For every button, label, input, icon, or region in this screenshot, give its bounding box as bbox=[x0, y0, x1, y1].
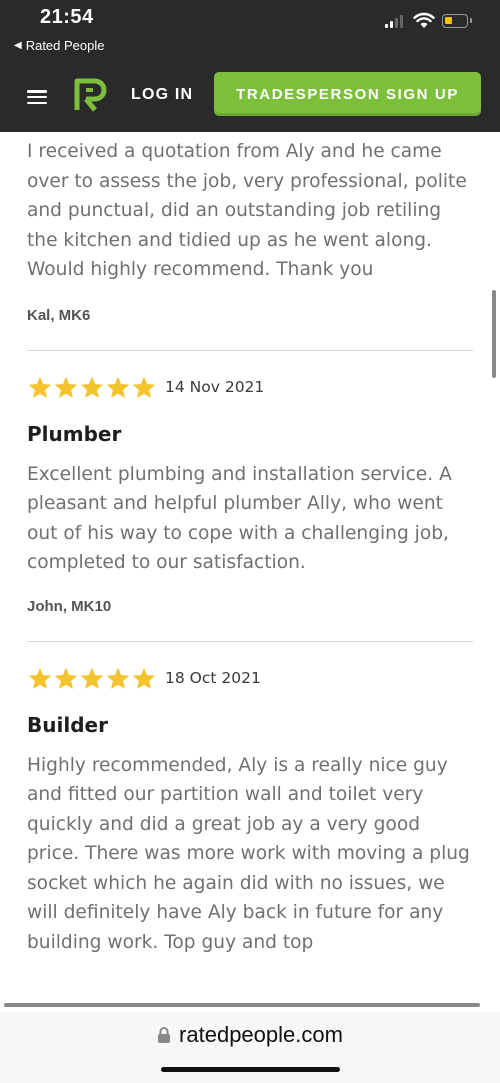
wifi-icon bbox=[413, 12, 435, 28]
star-rating bbox=[27, 666, 157, 691]
review-rating-row: 14 Nov 2021 bbox=[0, 375, 500, 400]
reviewer-name: Kal, MK6 bbox=[27, 306, 91, 324]
star-icon bbox=[28, 667, 52, 689]
review-title: Builder bbox=[27, 712, 108, 737]
star-icon bbox=[80, 376, 104, 398]
vertical-scrollbar[interactable] bbox=[492, 290, 496, 378]
star-icon bbox=[54, 376, 78, 398]
review-date: 14 Nov 2021 bbox=[165, 378, 265, 396]
star-icon bbox=[28, 376, 52, 398]
back-arrow-icon: ◀ bbox=[14, 40, 22, 51]
star-icon bbox=[54, 667, 78, 689]
reviews-content[interactable]: I received a quotation from Aly and he c… bbox=[0, 132, 500, 1012]
review-title: Plumber bbox=[27, 421, 122, 446]
review-rating-row: 18 Oct 2021 bbox=[0, 666, 500, 691]
star-icon bbox=[106, 667, 130, 689]
back-to-app-link[interactable]: ◀ Rated People bbox=[14, 38, 104, 53]
home-indicator[interactable] bbox=[161, 1067, 340, 1072]
back-app-label: Rated People bbox=[25, 38, 105, 53]
review-text: Highly recommended, Aly is a really nice… bbox=[27, 754, 470, 953]
horizontal-scrollbar[interactable] bbox=[4, 1003, 480, 1007]
url-domain: ratedpeople.com bbox=[179, 1022, 343, 1047]
url-display[interactable]: ratedpeople.com bbox=[0, 1022, 500, 1048]
menu-icon[interactable] bbox=[27, 90, 47, 104]
battery-icon bbox=[442, 14, 472, 28]
star-icon bbox=[132, 376, 156, 398]
top-bar: 21:54 ◀ Rated People LOG IN TRADESPERSON… bbox=[0, 0, 500, 132]
rated-people-logo-icon[interactable] bbox=[73, 78, 107, 112]
star-icon bbox=[80, 667, 104, 689]
signal-icon bbox=[385, 14, 403, 28]
lock-icon bbox=[158, 1027, 171, 1043]
login-link[interactable]: LOG IN bbox=[131, 86, 193, 104]
review-text: Excellent plumbing and installation serv… bbox=[27, 463, 452, 574]
browser-url-bar[interactable]: ratedpeople.com bbox=[0, 1012, 500, 1083]
star-icon bbox=[106, 376, 130, 398]
status-time: 21:54 bbox=[40, 6, 94, 28]
review-text: I received a quotation from Aly and he c… bbox=[27, 141, 467, 280]
star-icon bbox=[132, 667, 156, 689]
reviewer-name: John, MK10 bbox=[27, 597, 112, 615]
star-rating bbox=[27, 375, 157, 400]
tradesperson-signup-button[interactable]: TRADESPERSON SIGN UP bbox=[214, 72, 481, 116]
review-date: 18 Oct 2021 bbox=[165, 669, 261, 687]
